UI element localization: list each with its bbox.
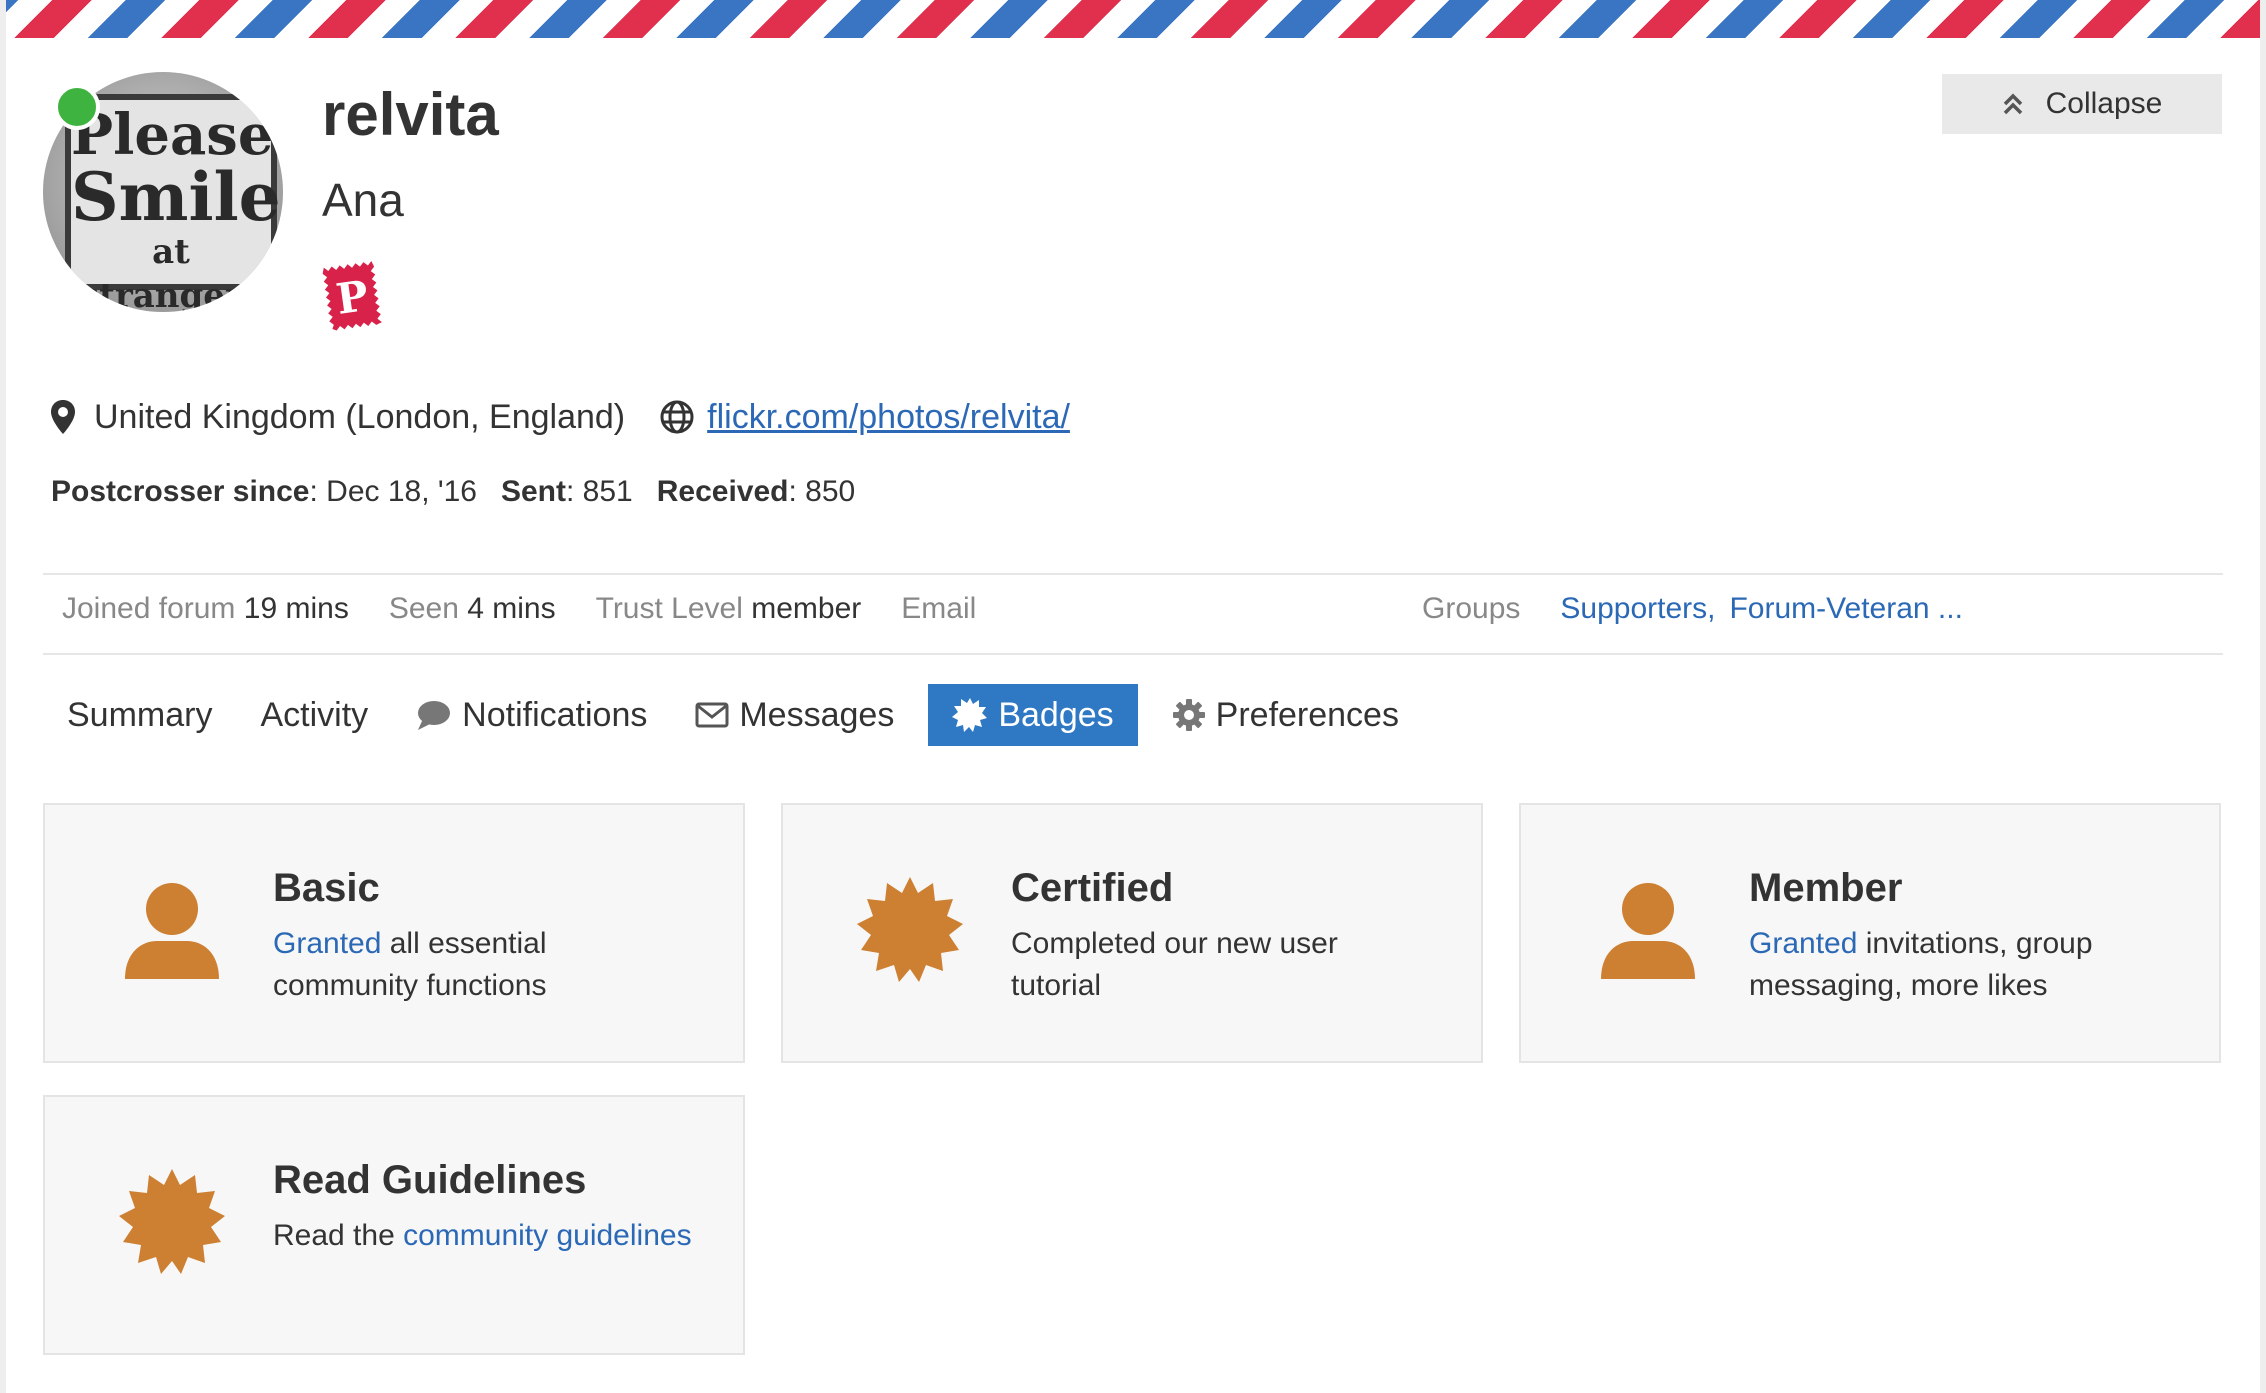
badge-title: Read Guidelines <box>273 1158 587 1202</box>
page-frame-left <box>0 0 6 1393</box>
profile-nav: Summary Activity Notifications Messages … <box>43 684 1423 746</box>
badge-card-member[interactable]: Member Granted invitations, group messag… <box>1519 803 2221 1063</box>
stat-sent-value: : 851 <box>566 475 633 508</box>
location-row: United Kingdom (London, England) flickr.… <box>50 394 1070 440</box>
tab-label: Activity <box>260 695 369 734</box>
certificate-icon <box>857 877 963 982</box>
postcrossing-stamp-icon: P <box>322 260 382 331</box>
trust-value: member <box>751 592 862 625</box>
badge-title: Basic <box>273 866 380 910</box>
avatar-text-line: Please <box>71 102 274 168</box>
collapse-button[interactable]: Collapse <box>1942 74 2222 134</box>
online-status-dot <box>54 84 100 130</box>
badge-description: Granted all essential community function… <box>273 923 693 1007</box>
postcrossing-stats: Postcrosser since: Dec 18, '16 Sent: 851… <box>51 475 855 509</box>
tab-summary[interactable]: Summary <box>43 684 236 746</box>
website-link[interactable]: flickr.com/photos/relvita/ <box>707 398 1070 437</box>
seen-value: 4 mins <box>467 592 556 625</box>
stat-since-label: Postcrosser since <box>51 475 310 508</box>
gear-icon <box>1172 699 1205 731</box>
stat-since: Postcrosser since: Dec 18, '16 <box>51 475 477 509</box>
envelope-icon <box>695 702 729 728</box>
tab-label: Badges <box>998 695 1114 734</box>
seen-label: Seen <box>388 592 459 625</box>
tab-notifications[interactable]: Notifications <box>392 684 671 746</box>
page-frame-right <box>2260 0 2266 1393</box>
divider <box>43 573 2223 575</box>
tab-messages[interactable]: Messages <box>671 684 918 746</box>
tab-preferences[interactable]: Preferences <box>1148 684 1423 746</box>
comment-icon <box>418 701 451 730</box>
joined-forum: Joined forum 19 mins <box>62 592 349 626</box>
tab-badges[interactable]: Badges <box>928 684 1138 746</box>
trust-level: Trust Level member <box>596 592 862 626</box>
community-guidelines-link[interactable]: community guidelines <box>403 1219 691 1252</box>
last-seen: Seen 4 mins <box>389 592 556 626</box>
stamp-letter: P <box>333 271 371 324</box>
badge-description: Completed our new user tutorial <box>1011 927 1338 1002</box>
tab-activity[interactable]: Activity <box>236 684 392 746</box>
tab-label: Preferences <box>1215 695 1399 734</box>
badge-title: Member <box>1749 866 1903 910</box>
joined-label: Joined forum <box>62 592 236 625</box>
stat-sent: Sent: 851 <box>501 475 633 509</box>
user-icon <box>125 883 219 979</box>
location-text: United Kingdom (London, England) <box>94 397 626 436</box>
avatar-image: Please Smile at strangers <box>65 94 281 312</box>
globe-icon <box>660 400 694 434</box>
tab-label: Summary <box>67 695 213 734</box>
stat-received-label: Received <box>656 475 789 508</box>
badge-card-read-guidelines[interactable]: Read Guidelines Read the community guide… <box>43 1095 745 1355</box>
username: relvita <box>322 81 499 148</box>
tab-label: Notifications <box>462 695 648 734</box>
badge-card-certified[interactable]: Certified Completed our new user tutoria… <box>781 803 1483 1063</box>
map-marker-icon <box>51 400 75 434</box>
full-name: Ana <box>322 174 404 226</box>
groups-label: Groups <box>1422 592 1521 625</box>
badge-description: Read the community guidelines <box>273 1215 693 1257</box>
collapse-label: Collapse <box>2045 87 2163 120</box>
badge-title: Certified <box>1011 866 1174 910</box>
stat-since-value: : Dec 18, '16 <box>309 475 477 508</box>
granted-link[interactable]: Granted <box>273 927 381 960</box>
user-meta-row: Joined forum 19 mins Seen 4 mins Trust L… <box>62 592 976 626</box>
badge-description-text: Read the <box>273 1219 404 1252</box>
badge-description: Granted invitations, group messaging, mo… <box>1749 923 2169 1007</box>
user-icon <box>1601 883 1695 979</box>
double-chevron-up-icon <box>2003 93 2022 115</box>
certificate-icon <box>952 698 988 732</box>
group-link-supporters[interactable]: Supporters, <box>1560 592 1715 626</box>
email-label: Email <box>901 592 977 625</box>
tab-label: Messages <box>739 695 895 734</box>
group-link-forum-veteran[interactable]: Forum-Veteran ... <box>1729 592 1962 626</box>
joined-value: 19 mins <box>243 592 349 625</box>
airmail-border <box>6 0 2260 38</box>
avatar-text-line: Smile <box>71 158 281 236</box>
stat-received-value: : 850 <box>788 475 856 508</box>
stat-sent-label: Sent <box>500 475 566 508</box>
trust-label: Trust Level <box>595 592 743 625</box>
certificate-icon <box>119 1169 225 1274</box>
groups: Groups Supporters, Forum-Veteran ... <box>1422 592 1963 626</box>
granted-link[interactable]: Granted <box>1749 927 1857 960</box>
badge-card-basic[interactable]: Basic Granted all essential community fu… <box>43 803 745 1063</box>
avatar-text-line: at strangers <box>80 232 262 312</box>
divider <box>43 653 2223 655</box>
stat-received: Received: 850 <box>657 475 855 509</box>
